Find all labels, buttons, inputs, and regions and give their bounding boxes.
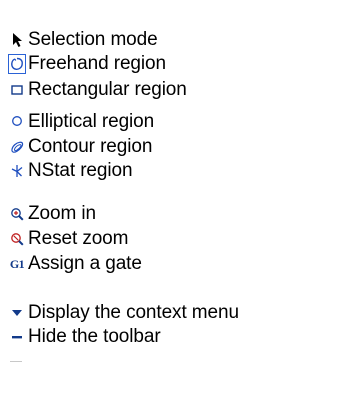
legend-label: Assign a gate (28, 253, 142, 274)
legend-label: Selection mode (28, 29, 158, 50)
contour-region-icon (9, 138, 25, 156)
legend-item-contour-region: Contour region (0, 136, 330, 160)
ellipse-region-icon (9, 113, 25, 131)
legend-item-zoom-in: Zoom in (0, 203, 330, 227)
nstat-region-icon (9, 162, 25, 180)
hide-toolbar-icon (9, 328, 25, 346)
legend-item-hide-toolbar: Hide the toolbar (0, 326, 330, 350)
legend-label: Rectangular region (28, 79, 187, 100)
legend-item-freehand-region: Freehand region (0, 53, 330, 77)
separator (10, 361, 22, 362)
freehand-region-icon (8, 54, 26, 74)
zoom-in-icon (9, 205, 25, 223)
legend-item-context-menu: Display the context menu (0, 302, 330, 326)
legend-item-assign-gate: G1 Assign a gate (0, 253, 330, 277)
rectangle-region-icon (9, 81, 25, 99)
legend-label: Contour region (28, 136, 153, 157)
context-menu-arrow-icon (9, 304, 25, 322)
legend-label: Elliptical region (28, 111, 155, 132)
legend-item-reset-zoom: Reset zoom (0, 228, 330, 252)
legend-label: Hide the toolbar (28, 326, 161, 347)
gate-icon: G1 (9, 257, 25, 271)
legend-label: Freehand region (28, 53, 166, 74)
legend-label: NStat region (28, 160, 133, 181)
arrow-cursor-icon (9, 31, 25, 49)
legend-item-rectangular-region: Rectangular region (0, 79, 330, 103)
reset-zoom-icon (9, 230, 25, 248)
legend-label: Display the context menu (28, 302, 239, 323)
legend-item-elliptical-region: Elliptical region (0, 111, 330, 135)
legend-item-selection-mode: Selection mode (0, 29, 330, 53)
legend-item-nstat-region: NStat region (0, 160, 330, 184)
legend-label: Zoom in (28, 203, 96, 224)
legend-label: Reset zoom (28, 228, 129, 249)
